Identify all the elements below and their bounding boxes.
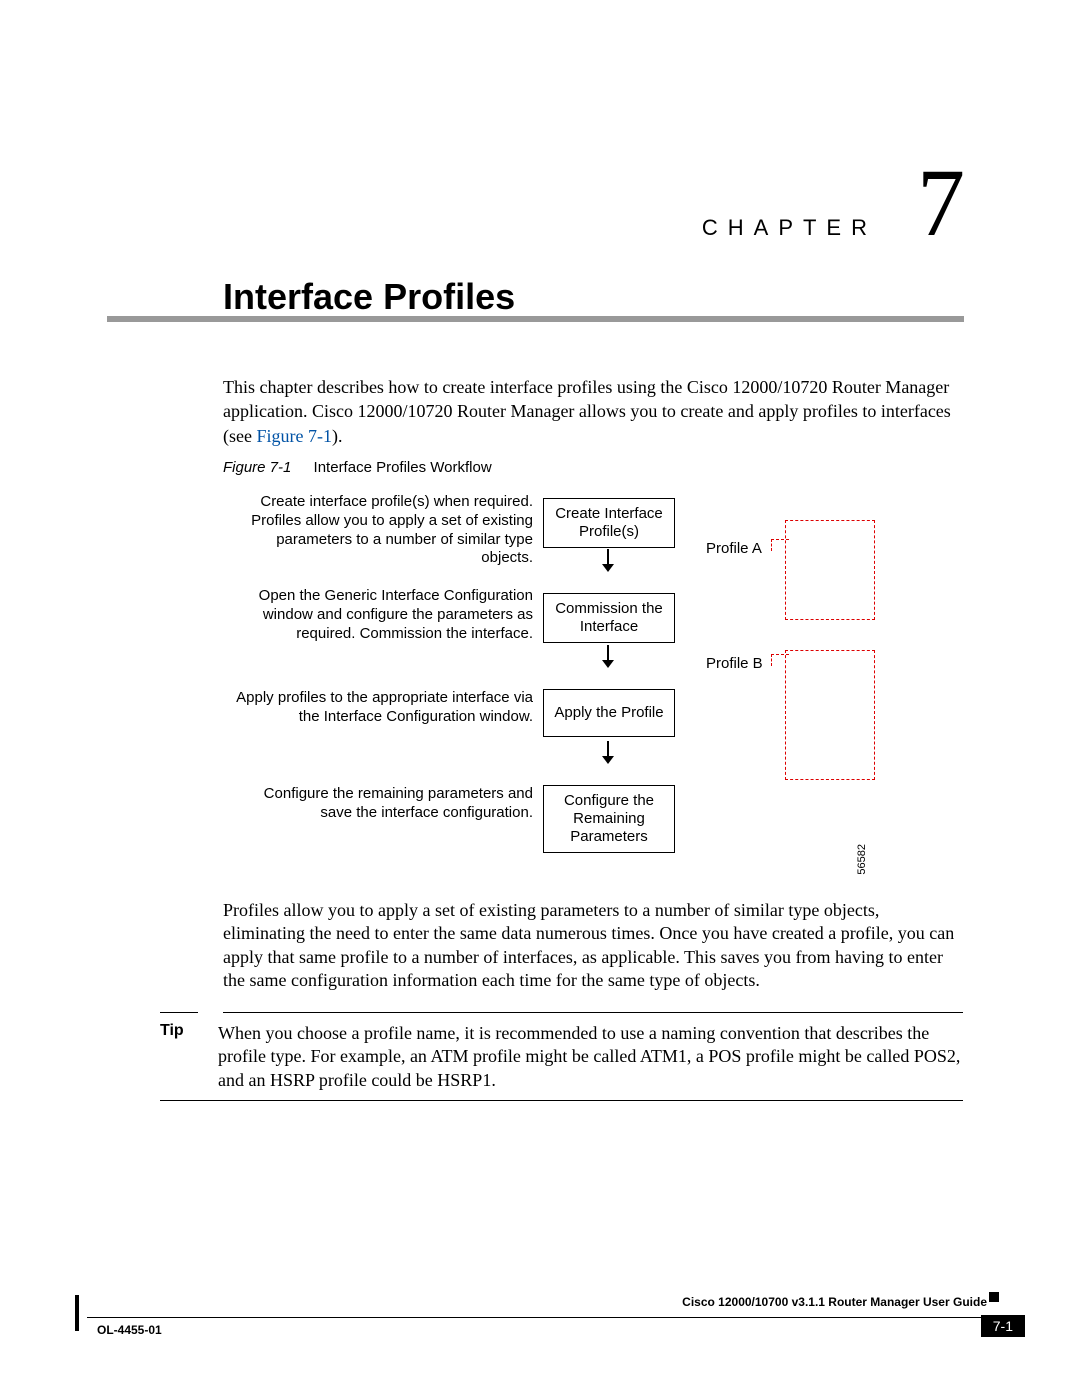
- workflow-diagram: Create interface profile(s) when require…: [223, 485, 963, 885]
- tip-rule: [160, 1100, 963, 1101]
- tip-text: When you choose a profile name, it is re…: [218, 1022, 963, 1092]
- chapter-head: CHAPTER 7: [702, 155, 965, 251]
- footer-rule: [87, 1317, 1025, 1318]
- figure-caption: Figure 7-1 Interface Profiles Workflow: [223, 459, 492, 476]
- body-paragraph: Profiles allow you to apply a set of exi…: [223, 899, 963, 993]
- profile-a-box: [785, 520, 875, 620]
- step2-box: Commission the Interface: [543, 593, 675, 643]
- chapter-number: 7: [917, 155, 965, 251]
- step3-description: Apply profiles to the appropriate interf…: [233, 689, 533, 727]
- tip-rule: [223, 1012, 963, 1013]
- profile-a-label: Profile A: [706, 540, 762, 557]
- footer-tab-icon: [989, 1292, 999, 1302]
- tip-rule: [160, 1012, 198, 1013]
- intro-text-after: ).: [332, 426, 343, 446]
- tip-block: Tip When you choose a profile name, it i…: [160, 1022, 963, 1092]
- step1-description: Create interface profile(s) when require…: [233, 493, 533, 568]
- step2-description: Open the Generic Interface Configuration…: [233, 587, 533, 643]
- page-title: Interface Profiles: [223, 276, 515, 318]
- chapter-label: CHAPTER: [702, 215, 877, 241]
- footer-ol-number: OL-4455-01: [97, 1323, 162, 1337]
- intro-paragraph: This chapter describes how to create int…: [223, 375, 963, 448]
- figure-title: Interface Profiles Workflow: [314, 459, 492, 476]
- tip-label: Tip: [160, 1022, 200, 1092]
- step4-description: Configure the remaining parameters and s…: [233, 785, 533, 823]
- footer-bar-icon: [75, 1295, 79, 1331]
- arrow-icon: [607, 549, 609, 565]
- diagram-id: 56582: [856, 844, 868, 875]
- figure-reference-link[interactable]: Figure 7-1: [256, 426, 332, 446]
- arrow-icon: [607, 645, 609, 661]
- step3-box: Apply the Profile: [543, 689, 675, 737]
- profile-b-label: Profile B: [706, 655, 763, 672]
- step1-box: Create Interface Profile(s): [543, 498, 675, 548]
- footer-doc-title: Cisco 12000/10700 v3.1.1 Router Manager …: [682, 1295, 987, 1309]
- step4-box: Configure the Remaining Parameters: [543, 785, 675, 853]
- page-footer: Cisco 12000/10700 v3.1.1 Router Manager …: [87, 1317, 1025, 1357]
- figure-number: Figure 7-1: [223, 459, 291, 476]
- profile-b-box: [785, 650, 875, 780]
- arrow-icon: [607, 741, 609, 757]
- page-number: 7-1: [981, 1315, 1025, 1337]
